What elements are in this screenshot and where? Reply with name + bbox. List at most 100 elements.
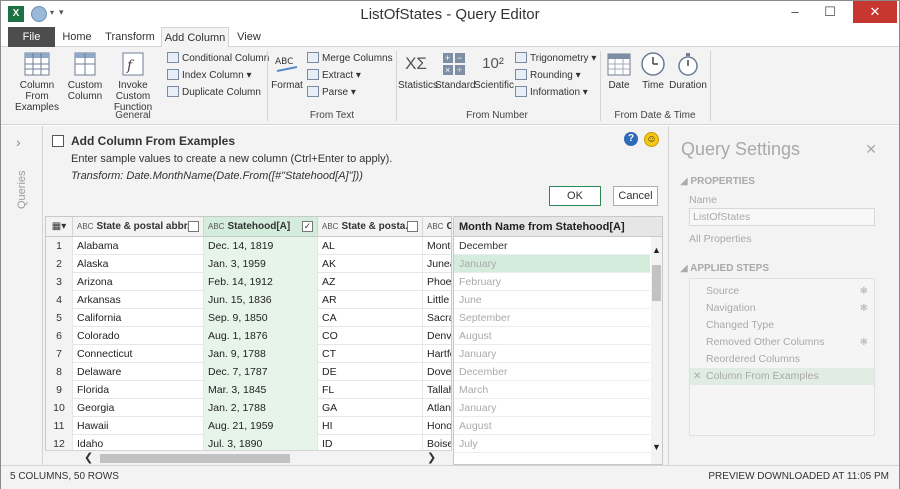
table-cell[interactable]: Dec. 7, 1787 [204, 363, 318, 381]
step-item-current[interactable]: ✕ Column From Examples [690, 368, 874, 385]
scrollbar-thumb[interactable] [652, 265, 661, 301]
table-cell[interactable]: Colorado [73, 327, 204, 345]
table-cell[interactable]: Arkansas [73, 291, 204, 309]
table-cell[interactable]: Delaware [73, 363, 204, 381]
table-cell[interactable]: AL [318, 237, 423, 255]
trigonometry-button[interactable]: Trigonometry ▾ [515, 51, 596, 67]
column-header[interactable]: ABC State & postal abbr... [73, 217, 204, 237]
example-cell[interactable]: December [454, 363, 650, 381]
step-item[interactable]: Navigation ✱ [690, 300, 874, 317]
delete-step-icon[interactable]: ✕ [693, 368, 701, 385]
close-settings-icon[interactable]: ✕ [865, 141, 877, 158]
scrollbar-thumb[interactable] [100, 454, 290, 463]
table-cell[interactable]: Denver [423, 327, 451, 345]
gear-icon[interactable]: ✱ [860, 283, 868, 300]
example-cell[interactable]: August [454, 327, 650, 345]
horizontal-scrollbar[interactable]: ❮ ❯ [45, 450, 452, 465]
table-cell[interactable]: Jun. 15, 1836 [204, 291, 318, 309]
duplicate-column-button[interactable]: Duplicate Column [167, 85, 261, 101]
table-cell[interactable]: CA [318, 309, 423, 327]
example-cell[interactable]: August [454, 417, 650, 435]
example-cell[interactable]: January [454, 345, 650, 363]
table-cell[interactable]: Dover [423, 363, 451, 381]
scroll-right-icon[interactable]: ❯ [427, 451, 436, 464]
table-cell[interactable]: FL [318, 381, 423, 399]
table-cell[interactable]: Hartfo [423, 345, 451, 363]
table-cell[interactable]: Jan. 2, 1788 [204, 399, 318, 417]
tab-add-column[interactable]: Add Column [161, 27, 229, 48]
example-cell[interactable]: February [454, 273, 650, 291]
table-cell[interactable]: AK [318, 255, 423, 273]
smiley-feedback-icon[interactable]: ☺ [644, 132, 659, 147]
properties-section[interactable]: ◢ PROPERTIES [680, 176, 755, 187]
table-cell[interactable]: Aug. 1, 1876 [204, 327, 318, 345]
gear-icon[interactable]: ✱ [860, 300, 868, 317]
standard-button[interactable]: + − × ÷ Standard [435, 51, 476, 91]
step-item[interactable]: Source ✱ [690, 283, 874, 300]
table-cell[interactable]: AZ [318, 273, 423, 291]
format-button[interactable]: ABC Format [271, 51, 303, 91]
table-cell[interactable]: Atlant [423, 399, 451, 417]
table-cell[interactable]: California [73, 309, 204, 327]
example-cell[interactable]: July [454, 435, 650, 453]
cancel-button[interactable]: Cancel [613, 186, 658, 206]
table-cell[interactable]: HI [318, 417, 423, 435]
step-item[interactable]: Removed Other Columns ✱ [690, 334, 874, 351]
table-cell[interactable]: Alaska [73, 255, 204, 273]
example-cell[interactable]: January [454, 255, 650, 273]
statistics-button[interactable]: ΧΣ Statistics [398, 51, 438, 91]
gear-icon[interactable]: ✱ [860, 334, 868, 351]
rounding-button[interactable]: Rounding ▾ [515, 68, 581, 84]
scientific-button[interactable]: 10² Scientific [474, 51, 514, 91]
table-cell[interactable]: Aug. 21, 1959 [204, 417, 318, 435]
tab-view[interactable]: View [231, 27, 267, 47]
column-from-examples-button[interactable]: Column From Examples [8, 51, 66, 113]
custom-column-button[interactable]: Custom Column [67, 51, 103, 102]
all-properties-link[interactable]: All Properties [689, 233, 751, 245]
table-cell[interactable]: Jan. 9, 1788 [204, 345, 318, 363]
expand-queries-chevron-icon[interactable]: › [16, 134, 21, 150]
table-cell[interactable]: Phoen [423, 273, 451, 291]
example-cell[interactable]: December [454, 237, 650, 255]
table-cell[interactable]: Hawaii [73, 417, 204, 435]
ok-button[interactable]: OK [549, 186, 601, 206]
scroll-left-icon[interactable]: ❮ [84, 451, 93, 464]
tab-home[interactable]: Home [57, 27, 97, 47]
table-cell[interactable]: Juneau [423, 255, 451, 273]
parse-button[interactable]: Parse ▾ [307, 85, 356, 101]
table-cell[interactable]: DE [318, 363, 423, 381]
example-cell[interactable]: September [454, 309, 650, 327]
table-cell[interactable]: Tallaha [423, 381, 451, 399]
example-cell[interactable]: March [454, 381, 650, 399]
conditional-column-button[interactable]: Conditional Column [167, 51, 269, 67]
table-cell[interactable]: Connecticut [73, 345, 204, 363]
table-cell[interactable]: Jan. 3, 1959 [204, 255, 318, 273]
column-checkbox-checked[interactable]: ✓ [302, 221, 313, 232]
merge-columns-button[interactable]: Merge Columns [307, 51, 393, 67]
step-item[interactable]: Changed Type [690, 317, 874, 334]
table-cell[interactable]: CO [318, 327, 423, 345]
maximize-icon[interactable]: ☐ [815, 1, 845, 23]
extract-button[interactable]: Extract ▾ [307, 68, 361, 84]
table-cell[interactable]: Dec. 14, 1819 [204, 237, 318, 255]
column-header[interactable]: ABCCi [423, 217, 451, 237]
time-button[interactable]: Time [637, 51, 669, 91]
table-cell[interactable]: Honol [423, 417, 451, 435]
table-cell[interactable]: Sep. 9, 1850 [204, 309, 318, 327]
table-cell[interactable]: Georgia [73, 399, 204, 417]
close-icon[interactable]: ✕ [853, 1, 897, 23]
column-checkbox[interactable] [188, 221, 199, 232]
applied-steps-section[interactable]: ◢ APPLIED STEPS [680, 263, 769, 274]
name-field[interactable]: ListOfStates [689, 208, 875, 226]
index-column-button[interactable]: Index Column ▾ [167, 68, 252, 84]
information-button[interactable]: Information ▾ [515, 85, 588, 101]
minimize-icon[interactable]: – [780, 1, 810, 23]
column-header-selected[interactable]: ABC Statehood[A] ✓ [204, 217, 318, 237]
duration-button[interactable]: Duration [669, 51, 707, 91]
table-menu-icon[interactable]: ▦▾ [46, 217, 73, 237]
table-cell[interactable]: Little R [423, 291, 451, 309]
tab-transform[interactable]: Transform [101, 27, 159, 47]
table-cell[interactable]: Feb. 14, 1912 [204, 273, 318, 291]
date-button[interactable]: Date [602, 51, 636, 91]
table-cell[interactable]: Florida [73, 381, 204, 399]
